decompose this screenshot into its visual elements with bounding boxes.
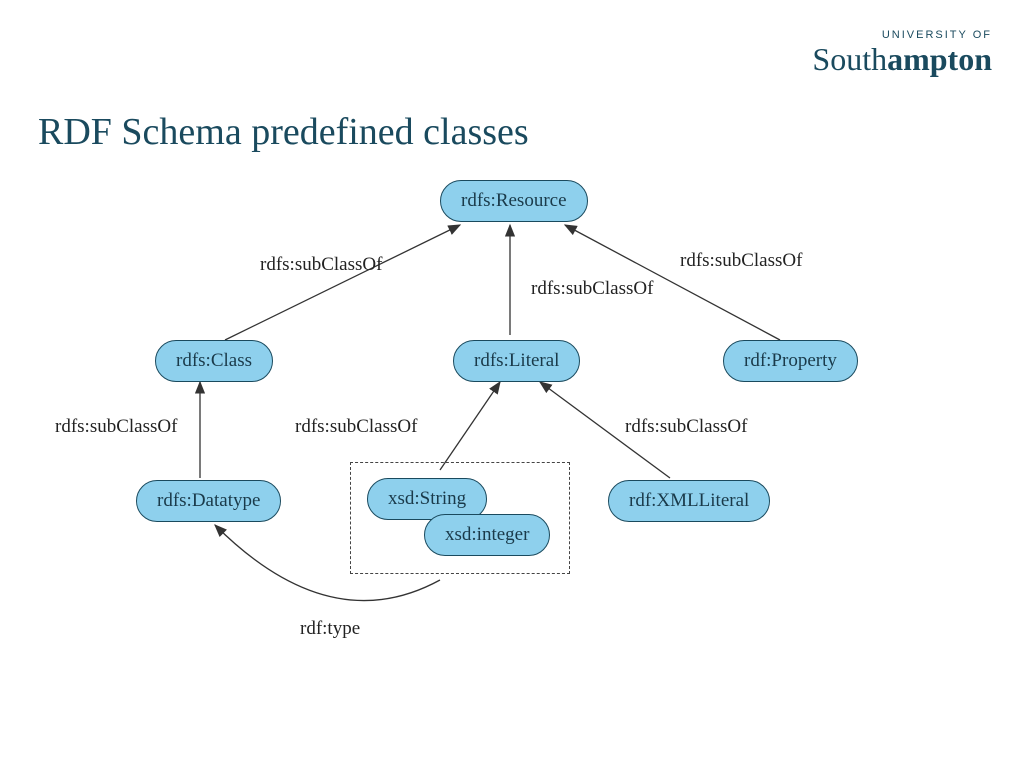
edge-label-subclassof-1: rdfs:subClassOf [260,254,382,276]
slide-title: RDF Schema predefined classes [38,110,529,154]
edge-label-subclassof-4: rdfs:subClassOf [55,416,177,438]
edge-label-subclassof-6: rdfs:subClassOf [625,416,747,438]
logo-main: Southampton [812,43,992,75]
node-resource: rdfs:Resource [440,180,588,222]
node-xml-literal: rdf:XMLLiteral [608,480,770,522]
edge-label-subclassof-3: rdfs:subClassOf [680,250,802,272]
node-literal: rdfs:Literal [453,340,580,382]
node-property: rdf:Property [723,340,858,382]
logo-subtitle: UNIVERSITY OF [812,30,992,41]
edge-label-rdftype: rdf:type [300,618,360,640]
university-logo: UNIVERSITY OF Southampton [812,30,992,75]
node-class: rdfs:Class [155,340,273,382]
edge-label-subclassof-2: rdfs:subClassOf [531,278,653,300]
edge-label-subclassof-5: rdfs:subClassOf [295,416,417,438]
node-datatype: rdfs:Datatype [136,480,281,522]
xsd-group-box [350,462,570,574]
